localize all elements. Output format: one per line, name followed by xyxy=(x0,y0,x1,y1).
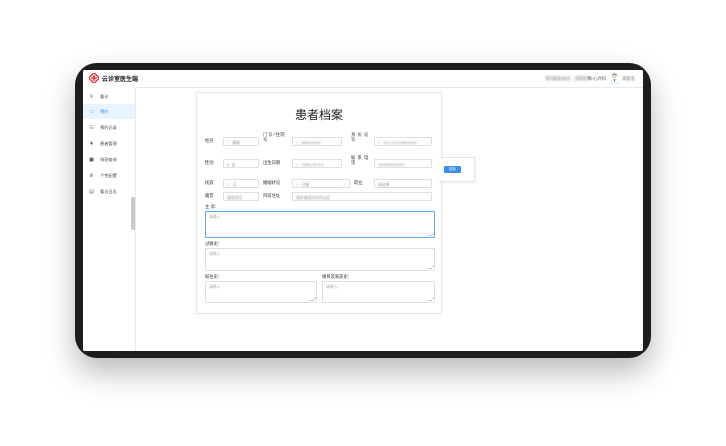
resize-handle-icon[interactable] xyxy=(309,297,317,301)
family-history-textarea[interactable]: 请输入 xyxy=(322,281,435,303)
phone-label: 联系电话 xyxy=(351,156,371,166)
birth-field[interactable]: ○ 1985-05-03 xyxy=(292,159,342,168)
marital-label: 婚姻状况 xyxy=(263,181,281,186)
address-field[interactable]: 湖北省武汉市洪山区 xyxy=(292,192,432,201)
name-label: 姓名 xyxy=(205,139,214,144)
sidebar-item-consult-log[interactable]: ▤ 看诊日志 xyxy=(83,184,135,199)
user-department: 陈X医生站点，北院区胸-心外科 xyxy=(545,76,607,82)
calendar-icon: ○ xyxy=(296,162,300,167)
gear-icon: ⚙ xyxy=(89,172,94,179)
sidebar-item-label: 看诊 xyxy=(100,93,109,99)
top-bar: 云诊室医生端 陈X医生站点，北院区胸-心外科 某医生 xyxy=(83,70,643,88)
pin-icon: ♦ xyxy=(89,140,94,147)
sidebar-item-label: 排班查询 xyxy=(100,156,117,162)
list-icon: ☷ xyxy=(89,124,94,131)
user-name: 某医生 xyxy=(622,76,635,82)
complaint-label: 主 诉: xyxy=(205,205,217,210)
grid-icon: ■ xyxy=(89,156,94,163)
sidebar-item-label: 预约 xyxy=(100,108,109,114)
address-label: 目前住址 xyxy=(263,194,281,199)
birth-label: 出生日期 xyxy=(263,161,281,166)
native-label: 籍贯 xyxy=(205,194,214,199)
sidebar-item-label: 患者管理 xyxy=(100,140,117,146)
phone-field[interactable]: 18900000000 xyxy=(374,159,432,168)
past-history-textarea[interactable]: 请输入 xyxy=(205,281,317,303)
mrn-field[interactable]: ○ 48500000 xyxy=(292,137,342,146)
family-history-label: 婚育及家族史: xyxy=(322,275,350,280)
resize-handle-icon[interactable] xyxy=(427,232,435,236)
sidebar-item-patient-management[interactable]: ♦ 患者管理 xyxy=(83,136,135,151)
job-label: 职业 xyxy=(354,181,363,186)
sidebar-item-label: 预约记录 xyxy=(100,124,117,130)
marital-select[interactable]: ○ 已婚 ⌄ xyxy=(292,179,350,188)
allergy-textarea[interactable]: 请输入 xyxy=(205,248,435,271)
sidebar-item-settings[interactable]: ⚙ 个性配置 xyxy=(83,168,135,183)
user-icon: ○ xyxy=(227,140,231,145)
sidebar-collapse-handle[interactable] xyxy=(131,197,135,230)
sidebar-item-appointment-records[interactable]: ☷ 预约记录 xyxy=(83,120,135,135)
sidebar: ⚲ 看诊 ▭ 预约 ☷ 预约记录 ♦ 患者管理 ■ 排班查询 ⚙ 个性配置 ▤ … xyxy=(83,87,136,351)
ethnic-label: 民族 xyxy=(205,181,214,186)
name-field[interactable]: ○ 患者 xyxy=(223,137,259,146)
sidebar-item-consult[interactable]: ⚲ 看诊 xyxy=(83,89,135,104)
save-button[interactable]: 保存 xyxy=(444,166,461,173)
ethnic-field[interactable]: ○ 汉 xyxy=(223,179,259,188)
allergy-label: 过敏史: xyxy=(205,242,220,247)
gender-label: 性别 xyxy=(205,161,214,166)
job-select[interactable]: 请选择 xyxy=(374,179,432,188)
resize-handle-icon[interactable] xyxy=(427,297,435,301)
mrn-label: 门诊/住院号 xyxy=(263,133,286,143)
id-card-field[interactable]: ○ 42110019800000 xyxy=(374,137,432,146)
user-menu[interactable]: 陈X医生站点，北院区胸-心外科 某医生 xyxy=(546,72,635,85)
app-screen: 云诊室医生端 陈X医生站点，北院区胸-心外科 某医生 ⚲ 看诊 ▭ 预约 ☷ 预 xyxy=(83,70,643,351)
page-title: 患者档案 xyxy=(294,108,343,122)
complaint-textarea[interactable]: 请输入 xyxy=(205,211,435,238)
gender-field[interactable]: ♀ 女 xyxy=(223,159,259,168)
doc-icon: ○ xyxy=(296,140,300,145)
patient-record-panel: 患者档案 姓名 ○ 患者 门诊/住院号 ○ 48500000 身份证号 ○ 42110… xyxy=(196,92,442,314)
id-card-label: 身份证号 xyxy=(351,133,371,143)
side-action-card: 保存 xyxy=(439,157,475,182)
app-logo-text: 云诊室医生端 xyxy=(102,76,139,83)
printer-icon: ▤ xyxy=(89,188,94,195)
past-history-label: 既往史: xyxy=(205,275,220,280)
sidebar-item-label: 个性配置 xyxy=(100,172,117,178)
search-icon: ⚲ xyxy=(89,93,94,100)
resize-handle-icon[interactable] xyxy=(427,265,435,269)
sidebar-item-appointment[interactable]: ▭ 预约 xyxy=(83,104,135,119)
native-field[interactable]: 湖北武汉 xyxy=(223,192,259,201)
avatar xyxy=(610,73,619,84)
card-icon: ○ xyxy=(378,140,382,145)
calendar-icon: ▭ xyxy=(89,108,94,115)
chevron-down-icon: ⌄ xyxy=(342,182,346,187)
logo-icon xyxy=(89,73,99,83)
sidebar-item-label: 看诊日志 xyxy=(100,188,117,194)
sidebar-item-schedule-query[interactable]: ■ 排班查询 xyxy=(83,152,135,167)
